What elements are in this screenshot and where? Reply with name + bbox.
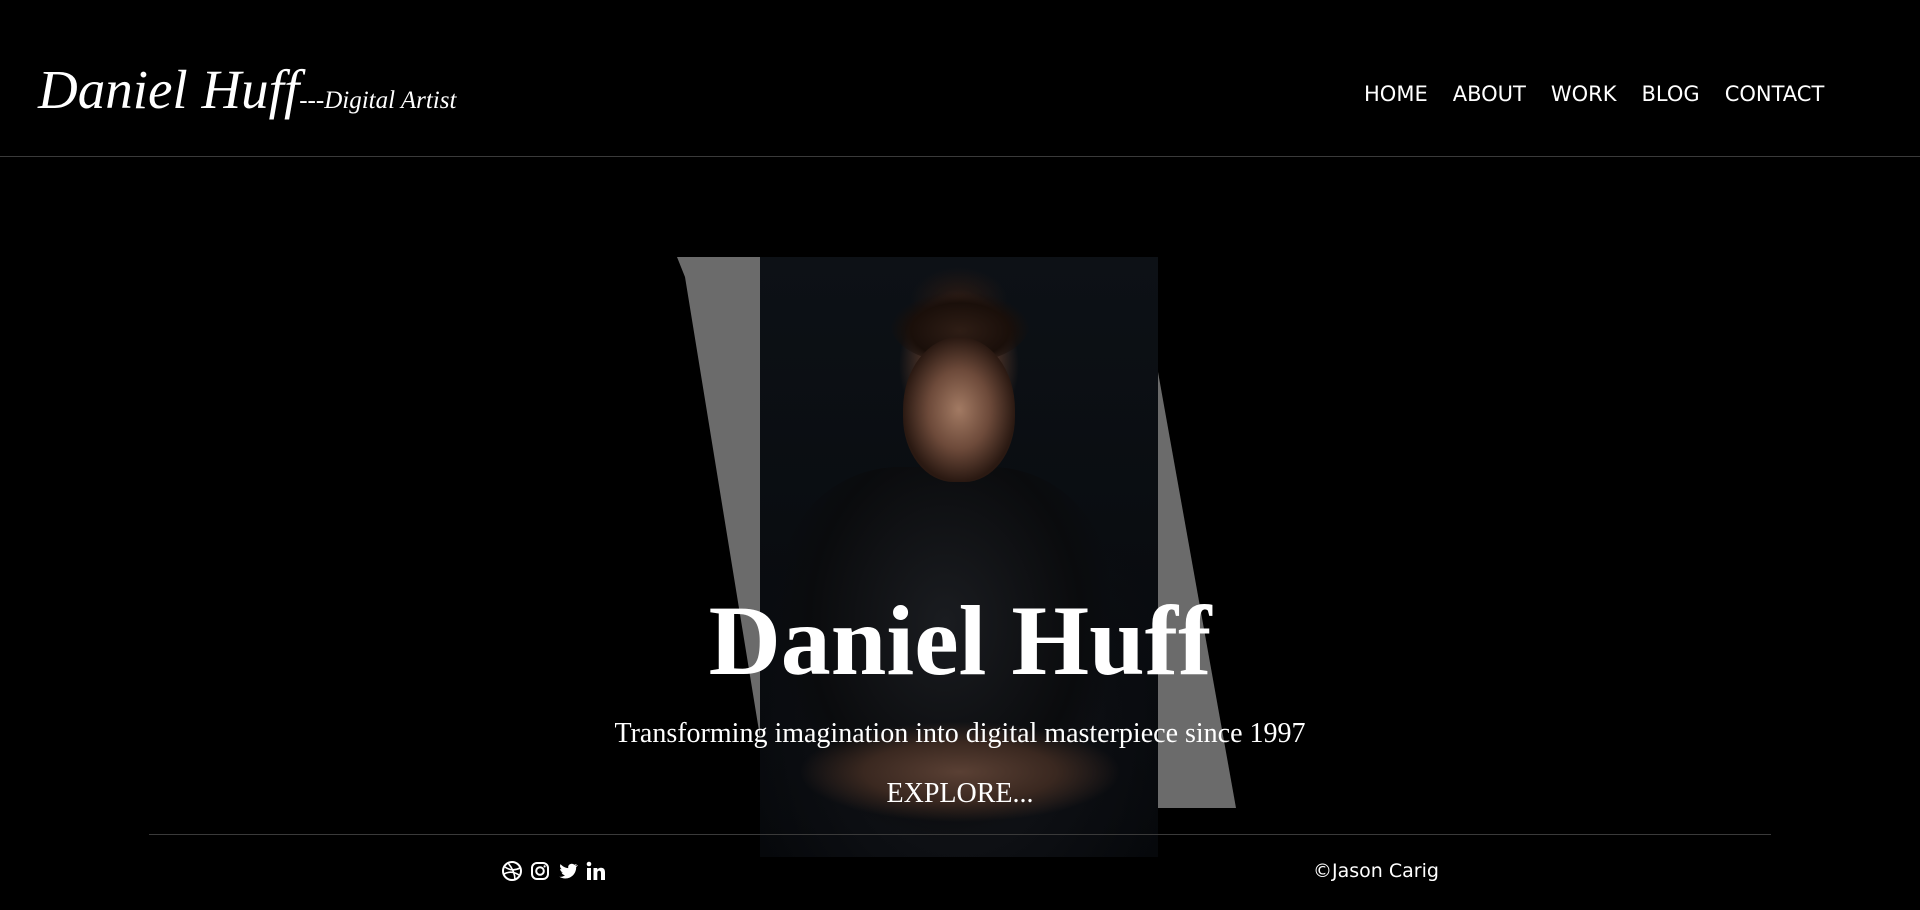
instagram-icon[interactable] (529, 860, 551, 882)
decorative-stripes (677, 257, 1236, 808)
nav-work[interactable]: WORK (1551, 82, 1617, 106)
hero-subtitle: Transforming imagination into digital ma… (614, 718, 1306, 749)
nav-blog[interactable]: BLOG (1642, 82, 1700, 106)
hero-section (675, 257, 1237, 857)
nav-about[interactable]: ABOUT (1453, 82, 1526, 106)
explore-button[interactable]: EXPLORE... (0, 778, 1920, 810)
copyright-text: ©Jason Carig (1313, 860, 1439, 882)
hero-title: Daniel Huff (708, 585, 1212, 696)
nav-home[interactable]: HOME (1364, 82, 1428, 106)
dribbble-icon[interactable] (501, 860, 523, 882)
twitter-icon[interactable] (557, 860, 579, 882)
logo-name: Daniel Huff (38, 59, 300, 120)
footer-divider (149, 834, 1771, 835)
linkedin-icon[interactable] (585, 860, 607, 882)
nav-contact[interactable]: CONTACT (1725, 82, 1825, 106)
main-nav: HOME ABOUT WORK BLOG CONTACT (1364, 82, 1849, 106)
logo[interactable]: Daniel Huff---Digital Artist (38, 58, 456, 121)
social-links (501, 860, 607, 882)
site-header: Daniel Huff---Digital Artist HOME ABOUT … (0, 0, 1920, 157)
logo-subtitle: ---Digital Artist (299, 87, 457, 114)
